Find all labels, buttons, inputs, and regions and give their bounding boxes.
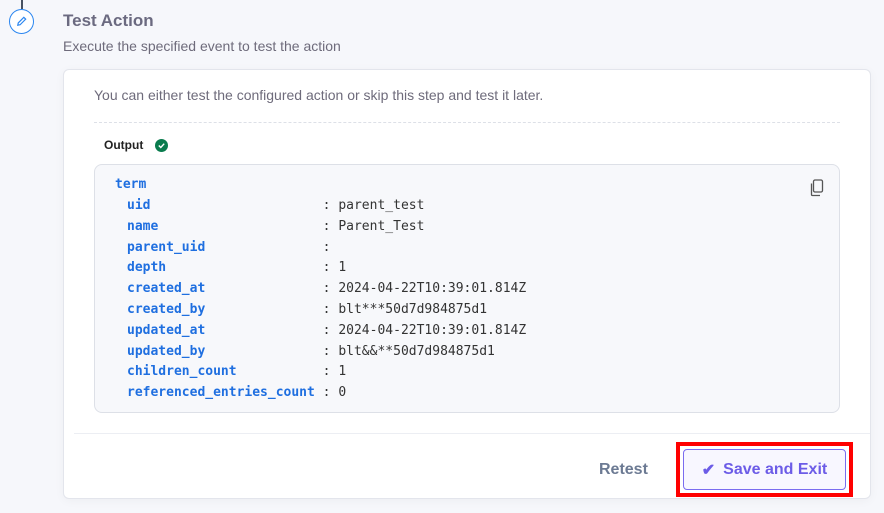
output-key: uid — [127, 198, 323, 213]
output-separator: : — [322, 281, 339, 297]
checkmark-icon: ✔ — [701, 461, 716, 479]
output-row: parent_uid : — [127, 240, 338, 261]
output-key: children_count — [127, 364, 323, 380]
output-value: blt&&**50d7d984875d1 — [338, 343, 495, 359]
output-value: 1 — [338, 364, 347, 380]
success-check-icon — [155, 139, 168, 152]
output-row: created_by : blt***50d7d984875d1 — [127, 302, 487, 323]
output-separator: : — [322, 239, 339, 255]
output-root-key: term — [115, 177, 147, 192]
output-key: parent_uid — [127, 239, 323, 255]
step-subtitle: Execute the specified event to test the … — [63, 38, 341, 54]
test-action-card: You can either test the configured actio… — [63, 69, 871, 499]
output-value: Parent_Test — [338, 218, 425, 234]
output-separator: : — [322, 385, 339, 401]
output-value: 1 — [338, 260, 347, 276]
output-panel: term uid : parent_test name : Parent_Test… — [94, 164, 840, 413]
output-row: created_at : 2024-04-22T10:39:01.814Z — [127, 281, 526, 302]
output-separator: : — [322, 198, 339, 213]
output-separator: : — [322, 322, 339, 338]
divider — [94, 122, 840, 123]
output-value: blt***50d7d984875d1 — [338, 302, 488, 317]
retest-button[interactable]: Retest — [599, 461, 648, 479]
timeline-connector — [21, 0, 23, 9]
output-separator: : — [322, 260, 339, 276]
output-row: referenced_entries_count : 0 — [127, 385, 346, 406]
output-separator: : — [322, 302, 339, 317]
output-separator: : — [322, 343, 339, 359]
output-key: referenced_entries_count — [127, 385, 323, 401]
output-value: 2024-04-22T10:39:01.814Z — [338, 281, 527, 297]
output-key: name — [127, 218, 323, 234]
footer-divider — [74, 433, 870, 434]
output-row: name : Parent_Test — [127, 219, 424, 240]
output-separator: : — [322, 364, 339, 380]
pencil-icon — [9, 9, 34, 34]
output-row: depth : 1 — [127, 260, 346, 281]
intro-text: You can either test the configured actio… — [94, 87, 544, 103]
output-row: uid : parent_test — [127, 198, 424, 219]
output-row: updated_by : blt&&**50d7d984875d1 — [127, 344, 495, 365]
output-value: 0 — [338, 385, 347, 401]
output-key: updated_at — [127, 322, 323, 338]
output-key: updated_by — [127, 343, 323, 359]
step-title: Test Action — [63, 11, 154, 30]
output-label: Output — [104, 138, 144, 152]
output-row: updated_at : 2024-04-22T10:39:01.814Z — [127, 323, 526, 344]
copy-icon[interactable] — [809, 179, 825, 201]
output-value: parent_test — [338, 198, 425, 213]
output-value: 2024-04-22T10:39:01.814Z — [338, 322, 527, 338]
save-and-exit-button[interactable]: ✔ Save and Exit — [683, 449, 846, 490]
output-separator: : — [322, 218, 339, 234]
output-key: created_at — [127, 281, 323, 297]
save-label: Save and Exit — [723, 460, 828, 478]
output-key: created_by — [127, 302, 323, 317]
output-key: depth — [127, 260, 323, 276]
output-row: children_count : 1 — [127, 364, 346, 385]
